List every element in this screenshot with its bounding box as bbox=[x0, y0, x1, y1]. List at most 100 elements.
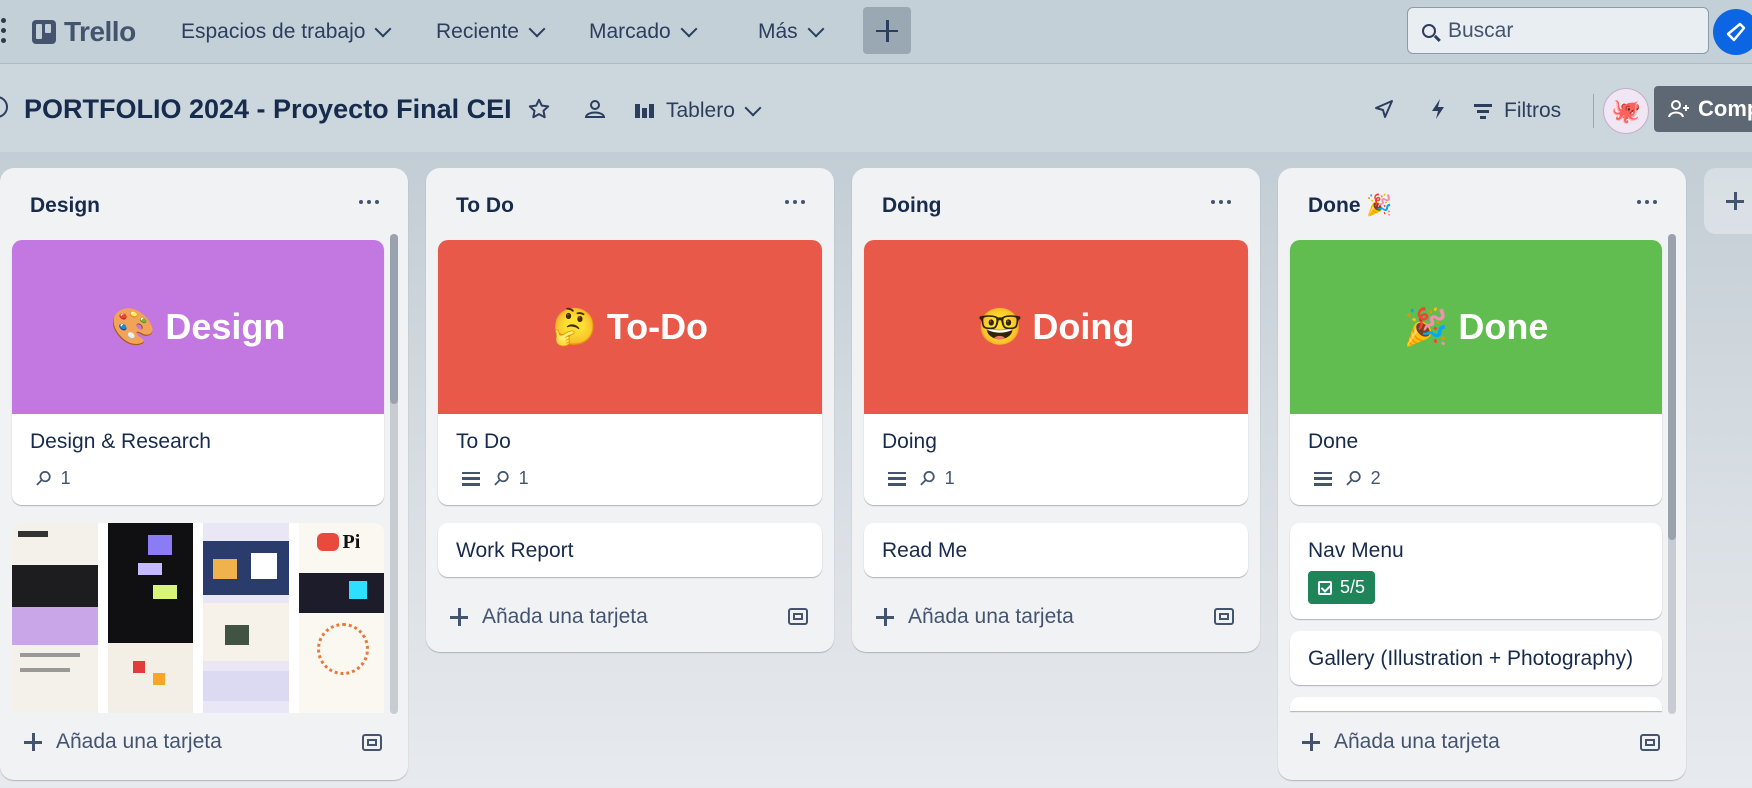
card-read-me[interactable]: Read Me bbox=[864, 523, 1248, 577]
list-done: Done 🎉 🎉 Done Done ⚲ 2 Nav Menu 5/5 Gall… bbox=[1278, 168, 1686, 780]
search-icon bbox=[1422, 23, 1436, 38]
card-badges: ⚲ 2 bbox=[1290, 454, 1662, 505]
attachment-count: 1 bbox=[944, 468, 955, 488]
board-view-label: Tablero bbox=[666, 99, 735, 122]
list-title[interactable]: Doing bbox=[882, 194, 941, 218]
card-partial[interactable] bbox=[1290, 697, 1662, 711]
portfolio-thumbnail bbox=[12, 523, 98, 713]
card-done[interactable]: 🎉 Done Done ⚲ 2 bbox=[1290, 240, 1662, 505]
palette-icon: 🎨 bbox=[110, 306, 156, 347]
list-header[interactable]: Doing bbox=[852, 168, 1260, 220]
share-button[interactable]: Comp bbox=[1654, 86, 1752, 132]
add-card-label: Añada una tarjeta bbox=[908, 605, 1074, 628]
card-work-report[interactable]: Work Report bbox=[438, 523, 822, 577]
cover-label: Doing bbox=[1032, 306, 1135, 347]
list-header[interactable]: To Do bbox=[426, 168, 834, 220]
share-label: Comp bbox=[1698, 96, 1752, 121]
power-ups-button[interactable] bbox=[1369, 94, 1399, 124]
notification-megaphone-button[interactable] bbox=[1713, 9, 1752, 55]
list-menu-button[interactable] bbox=[1206, 192, 1236, 212]
attachment-badge: ⚲ 1 bbox=[30, 466, 71, 492]
top-navigation-bar: Trello Espacios de trabajo Reciente Marc… bbox=[0, 0, 1752, 64]
card-template-icon[interactable] bbox=[1640, 734, 1660, 751]
card-cover: 🤔 To-Do bbox=[438, 240, 822, 414]
filter-label: Filtros bbox=[1504, 99, 1562, 122]
chevron-down-icon bbox=[374, 20, 392, 38]
add-member-icon bbox=[1668, 100, 1689, 118]
add-card-button[interactable]: Añada una tarjeta bbox=[1302, 722, 1500, 762]
party-popper-icon: 🎉 bbox=[1403, 306, 1449, 347]
list-title-text: Done bbox=[1308, 194, 1361, 217]
card-title: Work Report bbox=[456, 539, 574, 562]
portfolio-thumbnail bbox=[203, 523, 289, 713]
list-doing: Doing 🤓 Doing Doing ⚲ 1 Read Me Añada un… bbox=[852, 168, 1260, 652]
search-input[interactable] bbox=[1448, 18, 1678, 43]
add-card-button[interactable]: Añada una tarjeta bbox=[876, 597, 1074, 637]
list-design: Design 🎨 Design Design & Research ⚲ 1 Pi… bbox=[0, 168, 408, 780]
board-view-icon bbox=[635, 104, 654, 118]
list-menu-button[interactable] bbox=[354, 192, 384, 212]
chevron-down-icon bbox=[807, 20, 825, 38]
add-card-button[interactable]: Añada una tarjeta bbox=[450, 597, 648, 637]
cover-label: To-Do bbox=[606, 306, 709, 347]
card-template-icon[interactable] bbox=[362, 734, 382, 751]
automation-button[interactable] bbox=[1423, 94, 1453, 124]
paperclip-icon: ⚲ bbox=[1340, 465, 1366, 492]
card-gallery[interactable]: Gallery (Illustration + Photography) bbox=[1290, 631, 1662, 685]
star-board-button[interactable] bbox=[524, 94, 554, 124]
paperclip-icon: ⚲ bbox=[914, 465, 940, 492]
visibility-button[interactable] bbox=[580, 94, 610, 124]
card-doing[interactable]: 🤓 Doing Doing ⚲ 1 bbox=[864, 240, 1248, 505]
list-title[interactable]: To Do bbox=[456, 194, 514, 218]
list-scrollbar[interactable] bbox=[390, 234, 398, 714]
megaphone-icon bbox=[1726, 22, 1746, 42]
scrollbar-thumb[interactable] bbox=[1668, 234, 1676, 540]
menu-workspaces[interactable]: Espacios de trabajo bbox=[181, 14, 392, 50]
card-title: To Do bbox=[456, 430, 511, 453]
card-title: Doing bbox=[882, 430, 937, 453]
chevron-down-icon bbox=[528, 20, 546, 38]
member-avatar[interactable]: 🐙 bbox=[1603, 88, 1649, 134]
card-template-icon[interactable] bbox=[1214, 608, 1234, 625]
card-title: Nav Menu bbox=[1308, 539, 1404, 562]
checklist-badge: 5/5 bbox=[1308, 571, 1376, 604]
board-title[interactable]: PORTFOLIO 2024 - Proyecto Final CEI bbox=[24, 94, 512, 125]
description-icon bbox=[888, 471, 906, 486]
menu-more[interactable]: Más bbox=[758, 14, 825, 50]
menu-starred[interactable]: Marcado bbox=[589, 14, 698, 50]
card-design-research[interactable]: 🎨 Design Design & Research ⚲ 1 bbox=[12, 240, 384, 505]
add-card-button[interactable]: Añada una tarjeta bbox=[24, 722, 222, 762]
card-image-collage[interactable]: Pi bbox=[12, 523, 384, 713]
trello-logo[interactable]: Trello bbox=[32, 14, 136, 50]
card-cover: 🤓 Doing bbox=[864, 240, 1248, 414]
list-header[interactable]: Done 🎉 bbox=[1278, 168, 1686, 220]
attachment-count: 1 bbox=[518, 468, 529, 488]
card-title: Done bbox=[1308, 430, 1359, 453]
add-list-button[interactable] bbox=[1704, 168, 1752, 234]
card-to-do[interactable]: 🤔 To-Do To Do ⚲ 1 bbox=[438, 240, 822, 505]
nerd-face-icon: 🤓 bbox=[977, 306, 1023, 347]
list-header[interactable]: Design bbox=[0, 168, 408, 220]
card-cover: 🎨 Design bbox=[12, 240, 384, 414]
lightning-bolt-icon bbox=[1432, 99, 1444, 119]
list-menu-button[interactable] bbox=[1632, 192, 1662, 212]
card-nav-menu[interactable]: Nav Menu 5/5 bbox=[1290, 523, 1662, 619]
create-button[interactable] bbox=[863, 7, 911, 54]
card-template-icon[interactable] bbox=[788, 608, 808, 625]
board-view-switcher[interactable]: Tablero bbox=[635, 94, 762, 128]
card-badges: ⚲ 1 bbox=[12, 454, 384, 505]
list-title[interactable]: Design bbox=[30, 194, 100, 218]
filter-button[interactable]: Filtros bbox=[1474, 94, 1561, 128]
app-switcher-icon[interactable] bbox=[0, 18, 8, 46]
paperclip-icon: ⚲ bbox=[488, 465, 514, 492]
chevron-down-icon bbox=[680, 20, 698, 38]
scrollbar-thumb[interactable] bbox=[390, 234, 398, 404]
filter-icon bbox=[1474, 104, 1492, 119]
list-scrollbar[interactable] bbox=[1668, 234, 1676, 714]
rocket-icon bbox=[1375, 100, 1393, 118]
search-box[interactable] bbox=[1407, 7, 1709, 54]
menu-recent[interactable]: Reciente bbox=[436, 14, 546, 50]
list-title[interactable]: Done 🎉 bbox=[1308, 194, 1393, 218]
octopus-avatar-icon: 🐙 bbox=[1611, 97, 1641, 125]
list-menu-button[interactable] bbox=[780, 192, 810, 212]
